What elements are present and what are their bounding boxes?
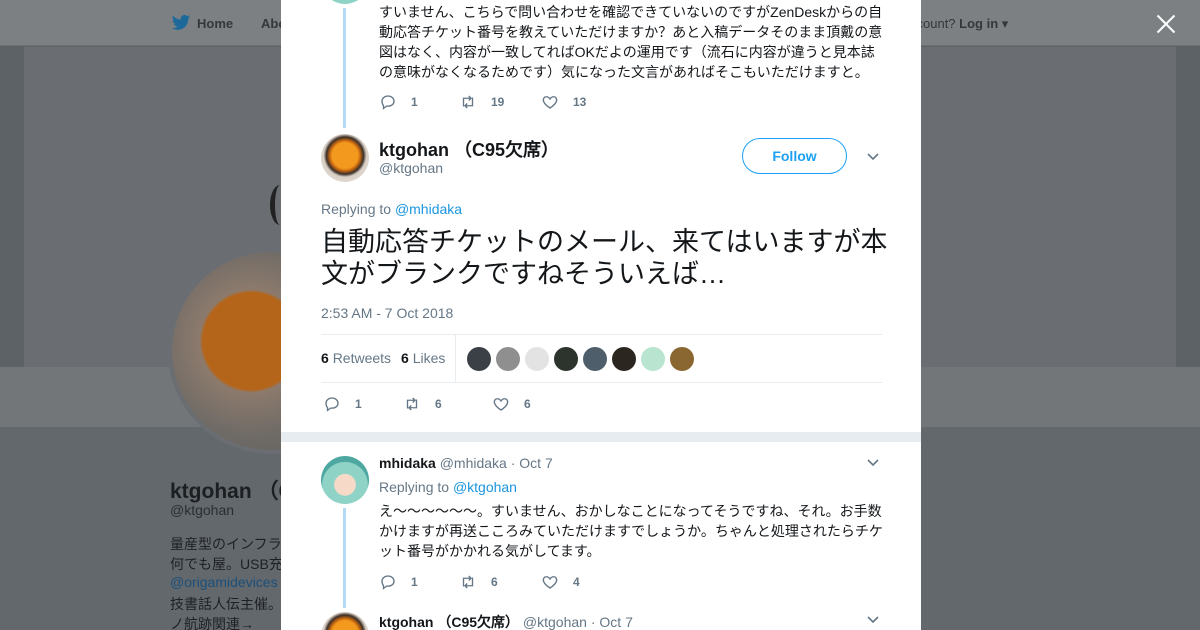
liker-avatar[interactable] bbox=[525, 347, 549, 371]
retweets-stat[interactable]: 6 Retweets bbox=[321, 350, 391, 366]
liker-avatar[interactable] bbox=[612, 347, 636, 371]
heart-icon bbox=[542, 96, 558, 109]
reply-icon bbox=[381, 575, 395, 590]
retweets-stat-label: Retweets bbox=[332, 350, 392, 366]
divider bbox=[321, 334, 882, 335]
replying-to-link[interactable]: @ktgohan bbox=[453, 479, 517, 495]
like-count: 6 bbox=[524, 397, 531, 411]
reply-date[interactable]: · Oct 7 bbox=[511, 455, 553, 471]
follow-button[interactable]: Follow bbox=[742, 138, 847, 174]
bio-line: 何でも屋。USB充 bbox=[170, 556, 283, 572]
retweet-icon bbox=[406, 397, 418, 411]
like-count: 4 bbox=[573, 575, 580, 589]
thread-line bbox=[343, 8, 346, 128]
reply-icon bbox=[381, 95, 395, 110]
close-modal-button[interactable] bbox=[1154, 12, 1178, 36]
reply-replying-to: Replying to @ktgohan bbox=[379, 479, 517, 495]
likers-avatars bbox=[467, 347, 694, 371]
next-tweet-avatar[interactable] bbox=[321, 612, 369, 630]
heart-icon bbox=[542, 576, 558, 589]
retweet-action[interactable]: 6 bbox=[459, 573, 541, 591]
liker-avatar[interactable] bbox=[496, 347, 520, 371]
replying-prefix: Replying to bbox=[379, 479, 450, 495]
bio-link: @origamidevices bbox=[170, 574, 278, 590]
main-tweet-author-name[interactable]: ktgohan （C95欠席） bbox=[379, 136, 559, 162]
replying-to-link[interactable]: @mhidaka bbox=[395, 201, 462, 217]
like-action[interactable]: 6 bbox=[492, 395, 531, 413]
main-tweet-actions: 1 6 6 bbox=[323, 395, 531, 413]
next-date[interactable]: · Oct 7 bbox=[591, 614, 633, 630]
main-tweet-author-handle[interactable]: @ktgohan bbox=[379, 160, 443, 176]
likes-stat-count: 6 bbox=[401, 350, 409, 366]
like-action[interactable]: 13 bbox=[541, 93, 586, 111]
chevron-down-icon[interactable] bbox=[867, 153, 879, 161]
reply-author-handle[interactable]: @mhidaka bbox=[440, 455, 507, 471]
next-author-handle[interactable]: @ktgohan bbox=[523, 614, 587, 630]
twitter-bird-icon bbox=[171, 14, 191, 30]
retweet-icon bbox=[462, 95, 474, 109]
nav-account: ccount? Log in ▾ bbox=[910, 16, 1009, 31]
reply-tweet-header: mhidaka @mhidaka · Oct 7 bbox=[379, 455, 553, 471]
chevron-down-icon[interactable] bbox=[867, 616, 879, 624]
prev-tweet-avatar[interactable] bbox=[321, 0, 369, 4]
reply-action[interactable]: 1 bbox=[379, 573, 459, 591]
nav-home: Home bbox=[197, 16, 234, 31]
profile-handle: @ktgohan bbox=[170, 502, 235, 518]
reply-tweet-actions: 1 6 4 bbox=[379, 573, 580, 591]
main-tweet-text: 自動応答チケットのメール、来てはいますが本文がブランクですねそういえば… bbox=[321, 227, 888, 289]
chevron-down-icon[interactable] bbox=[867, 459, 879, 467]
login-link: Log in bbox=[959, 16, 999, 31]
like-count: 13 bbox=[573, 95, 587, 109]
divider bbox=[321, 382, 882, 383]
liker-avatar[interactable] bbox=[467, 347, 491, 371]
next-tweet-header: ktgohan （C95欠席） @ktgohan · Oct 7 bbox=[379, 612, 633, 630]
section-separator bbox=[281, 432, 921, 442]
prev-tweet-actions: 1 19 13 bbox=[379, 93, 586, 111]
reply-count: 1 bbox=[355, 397, 362, 411]
likes-stat-label: Likes bbox=[412, 350, 446, 366]
reply-tweet-avatar[interactable] bbox=[321, 456, 369, 504]
reply-count: 1 bbox=[411, 95, 418, 109]
retweet-count: 6 bbox=[491, 575, 498, 589]
main-tweet-avatar[interactable] bbox=[321, 134, 369, 182]
tweet-permalink-modal: すいません、こちらで問い合わせを確認できていないのですがZenDeskからの自動… bbox=[281, 0, 921, 630]
main-replying-to: Replying to @mhidaka bbox=[321, 201, 462, 217]
stats-divider bbox=[455, 335, 456, 382]
heart-icon bbox=[493, 398, 509, 411]
retweet-action[interactable]: 6 bbox=[403, 395, 492, 413]
like-action[interactable]: 4 bbox=[541, 573, 580, 591]
retweet-action[interactable]: 19 bbox=[459, 93, 541, 111]
bio-line: 技書話人伝主催。 bbox=[170, 596, 282, 612]
bio-line: 量産型のインフラ bbox=[170, 536, 282, 552]
retweets-stat-count: 6 bbox=[321, 350, 329, 366]
main-tweet-stats: 6 Retweets 6 Likes bbox=[321, 350, 445, 366]
reply-count: 1 bbox=[411, 575, 418, 589]
bio-line: ノ航跡関連→ bbox=[170, 616, 254, 630]
profile-name: ktgohan （C bbox=[170, 480, 294, 503]
liker-avatar[interactable] bbox=[583, 347, 607, 371]
liker-avatar[interactable] bbox=[670, 347, 694, 371]
main-tweet-timestamp[interactable]: 2:53 AM - 7 Oct 2018 bbox=[321, 305, 453, 321]
reply-action[interactable]: 1 bbox=[323, 395, 403, 413]
replying-prefix: Replying to bbox=[321, 201, 392, 217]
retweet-icon bbox=[462, 575, 474, 589]
reply-icon bbox=[325, 397, 339, 412]
next-author-name[interactable]: ktgohan （C95欠席） bbox=[379, 614, 519, 630]
likes-stat[interactable]: 6 Likes bbox=[401, 350, 445, 366]
liker-avatar[interactable] bbox=[641, 347, 665, 371]
prev-tweet-text: すいません、こちらで問い合わせを確認できていないのですがZenDeskからの自動… bbox=[379, 4, 883, 80]
thread-line bbox=[343, 508, 346, 608]
retweet-count: 6 bbox=[435, 397, 442, 411]
reply-action[interactable]: 1 bbox=[379, 93, 459, 111]
retweet-count: 19 bbox=[491, 95, 505, 109]
reply-author-name[interactable]: mhidaka bbox=[379, 455, 436, 471]
liker-avatar[interactable] bbox=[554, 347, 578, 371]
reply-tweet-text: え～～～～～～。すいません、おかしなことになってそうですね、それ。お手数かけます… bbox=[379, 503, 883, 559]
